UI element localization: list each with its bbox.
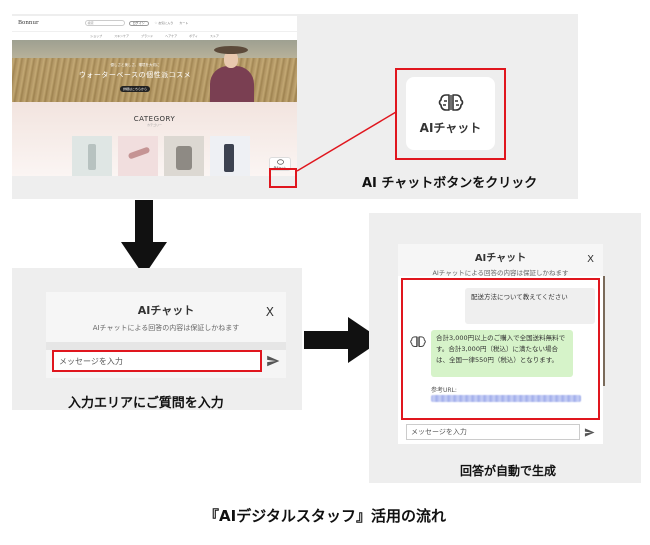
chat-widget-answer-step: AIチャット AIチャットによる回答の内容は保証しかねます X 配送方法について… — [398, 244, 603, 444]
chat-close-button[interactable]: X — [587, 254, 594, 265]
figure-caption: 『AIデジタルスタッフ』活用の流れ — [204, 507, 446, 525]
hero-banner: 優しさと美しさ、環境を大切に ウォーターベースの個性派コスメ 詳細はこちらから — [12, 40, 297, 104]
chat-title: AIチャット — [137, 304, 195, 317]
brain-icon — [438, 93, 463, 111]
message-input[interactable]: メッセージを入力 — [406, 424, 580, 440]
nav-item[interactable]: ストア — [210, 34, 219, 38]
arrow-down-icon — [121, 200, 167, 276]
nav-item[interactable]: ブランド — [141, 34, 153, 38]
category-thumb[interactable] — [72, 136, 112, 176]
nav-item[interactable]: ボディ — [189, 34, 198, 38]
chat-disclaimer: AIチャットによる回答の内容は保証しかねます — [92, 324, 240, 332]
ai-chat-button-zoomed[interactable]: AIチャット — [406, 77, 495, 150]
zoom-label: AIチャット — [419, 120, 482, 135]
category-title: CATEGORY — [133, 115, 176, 123]
site-header: Bonnur 検索 ログイン ♡ お気に入り カート — [12, 16, 297, 30]
website-screenshot: Bonnur 検索 ログイン ♡ お気に入り カート ショップ スキンケア ブラ… — [12, 16, 297, 176]
category-thumb[interactable] — [164, 136, 204, 176]
send-icon[interactable] — [266, 354, 280, 368]
model-dress — [210, 66, 254, 104]
chat-disclaimer: AIチャットによる回答の内容は保証しかねます — [432, 269, 569, 277]
caption-step3: 回答が自動で生成 — [460, 464, 557, 478]
hero-model-photo — [202, 42, 262, 104]
reference-url-link[interactable] — [431, 395, 581, 402]
hero-cta-button[interactable]: 詳細はこちらから — [120, 86, 150, 92]
chat-widget-input-step: AIチャット AIチャットによる回答の内容は保証しかねます X メッセージを入力 — [46, 292, 286, 378]
chat-title: AIチャット — [474, 253, 527, 264]
chat-close-button[interactable]: X — [266, 305, 274, 319]
chat-body-strip — [46, 342, 286, 350]
reference-label: 参考URL: — [431, 387, 457, 394]
nav-item[interactable]: スキンケア — [114, 34, 129, 38]
chat-messages-area: 配送方法について教えてください 合計3,000円以上のご購入で全国送料無料です。… — [401, 278, 600, 420]
nav-item[interactable]: ショップ — [90, 34, 102, 38]
favorites-link[interactable]: ♡ お気に入り — [155, 21, 174, 25]
caption-step1: AI チャットボタンをクリック — [362, 176, 538, 191]
hero-title: ウォーターベースの個性派コスメ — [78, 71, 192, 79]
category-subtitle: カテゴリー — [146, 123, 162, 127]
nav-item[interactable]: ヘアケア — [165, 34, 177, 38]
site-nav: ショップ スキンケア ブランド ヘアケア ボディ ストア — [12, 31, 297, 40]
brain-icon — [410, 336, 426, 347]
message-input[interactable]: メッセージを入力 — [52, 350, 262, 372]
user-message-bubble: 配送方法について教えてください — [465, 288, 595, 324]
caption-step2: 入力エリアにご質問を入力 — [68, 396, 224, 411]
chat-button-highlight — [269, 168, 297, 188]
site-search-input[interactable]: 検索 — [84, 20, 125, 26]
login-button[interactable]: ログイン — [128, 20, 149, 26]
send-icon[interactable] — [584, 427, 595, 438]
hero-subtext: 優しさと美しさ、環境を大切に — [110, 63, 160, 67]
category-thumb[interactable] — [210, 136, 250, 176]
cart-link[interactable]: カート — [179, 21, 188, 25]
zoom-callout: AIチャット — [395, 68, 506, 160]
site-logo: Bonnur — [18, 20, 39, 26]
chat-header: AIチャット AIチャットによる回答の内容は保証しかねます X — [46, 292, 286, 342]
bot-message-bubble: 合計3,000円以上のご購入で全国送料無料です。合計3,000円（税込）に満たな… — [431, 330, 573, 377]
category-thumb[interactable] — [118, 136, 158, 176]
chat-header: AIチャット AIチャットによる回答の内容は保証しかねます X — [398, 244, 603, 277]
model-hat — [214, 46, 248, 54]
